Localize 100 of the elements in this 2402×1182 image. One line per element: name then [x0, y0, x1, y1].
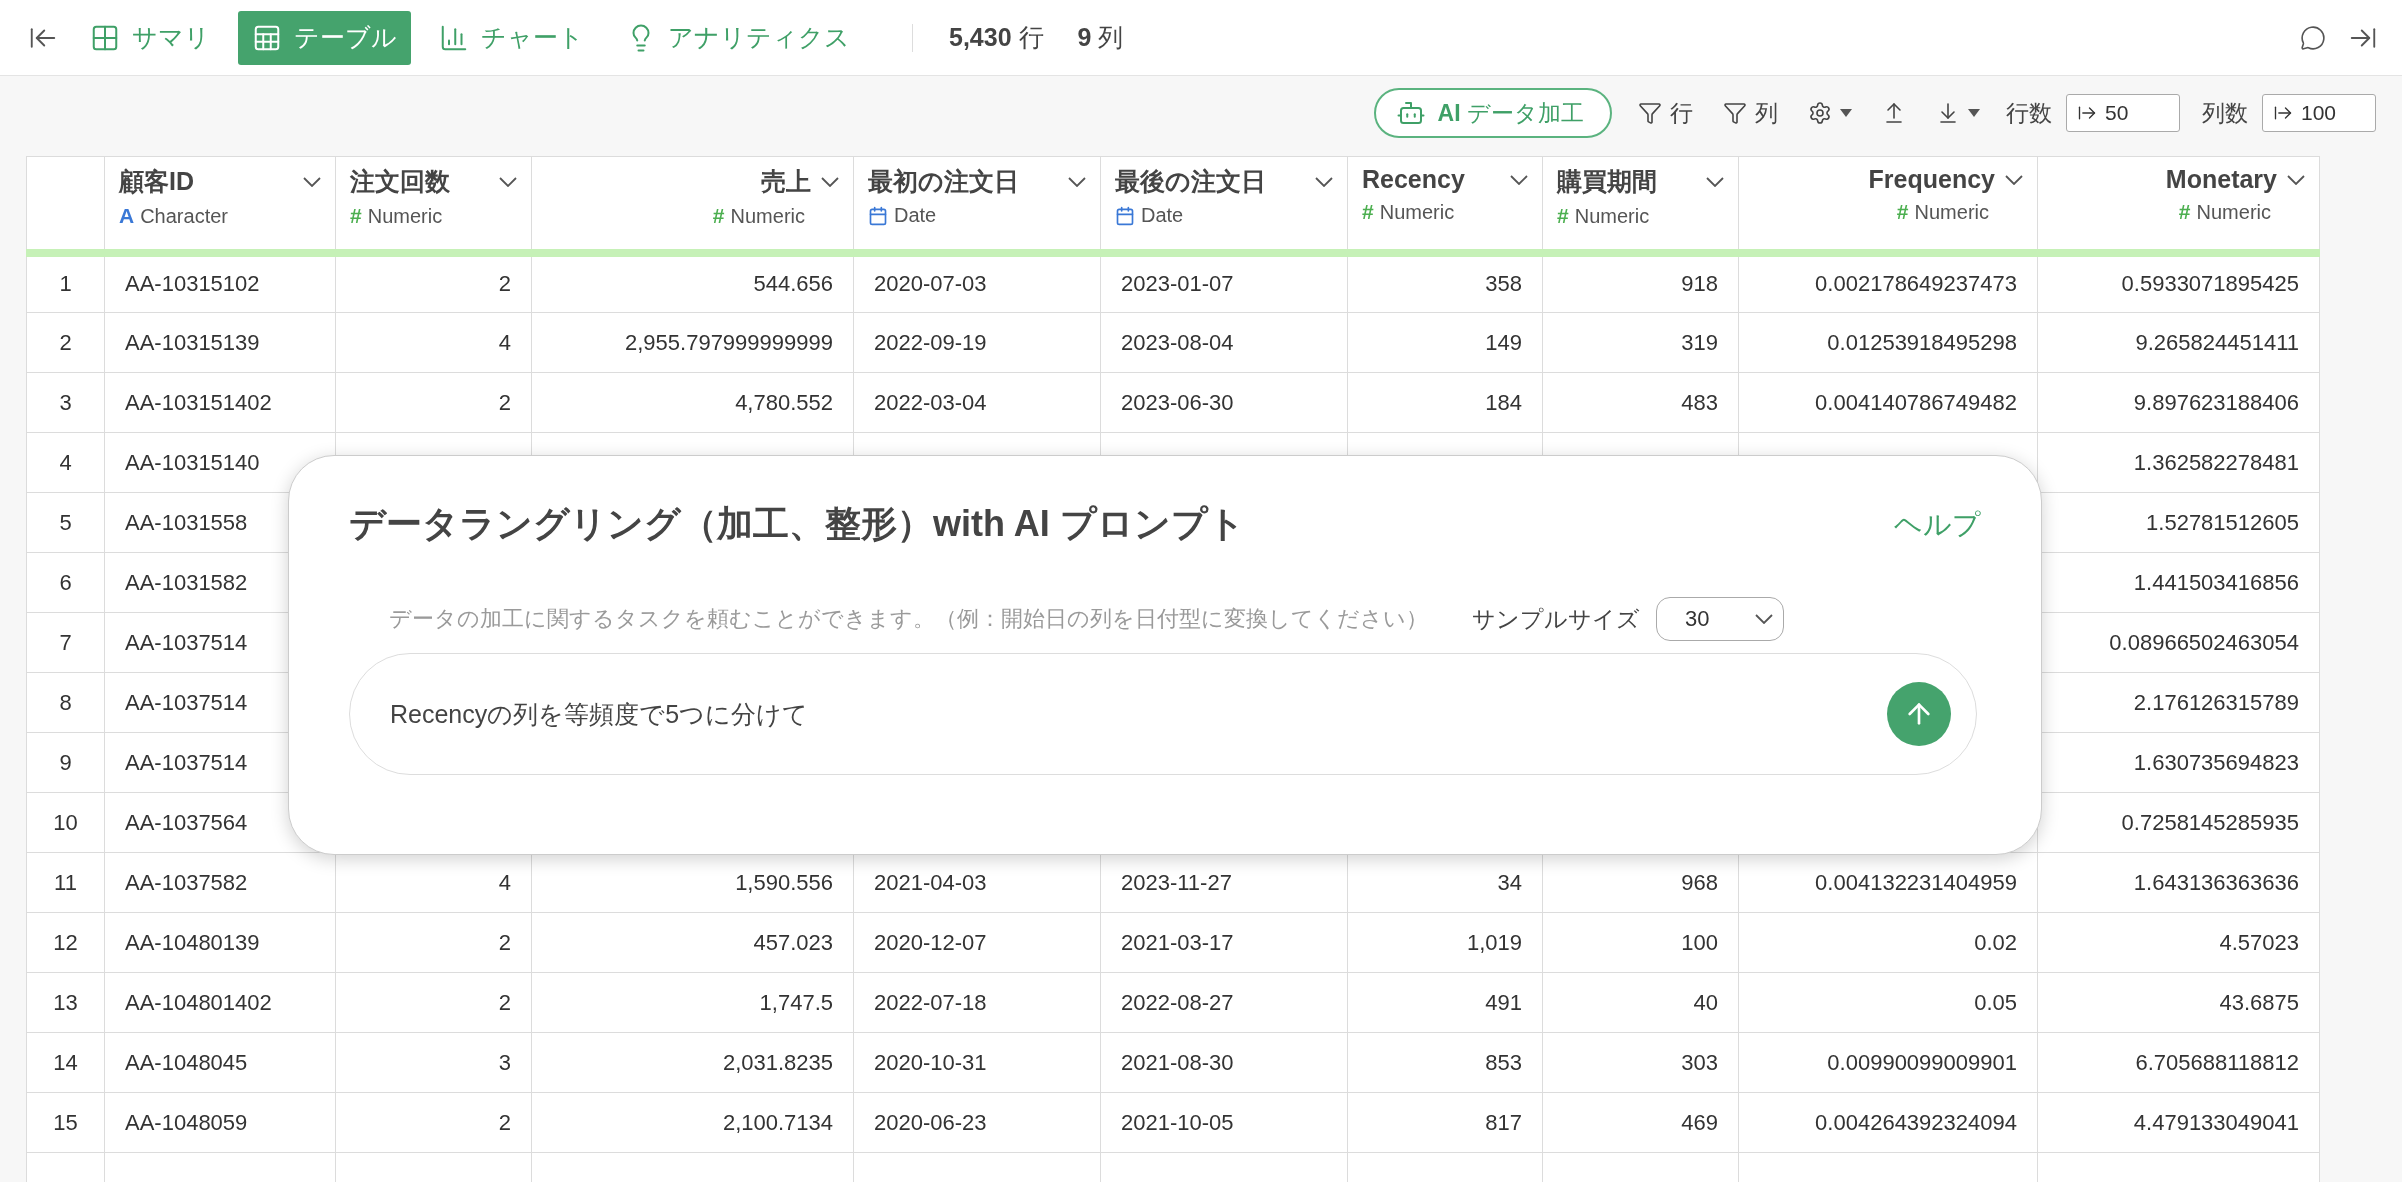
table-cell: 3 — [335, 1032, 532, 1093]
caret-icon — [1968, 109, 1980, 117]
table-cell: AA-10480139 — [104, 912, 336, 973]
table-cell: 483 — [1542, 372, 1739, 433]
chevron-down-icon — [1315, 176, 1333, 187]
table-cell: 457.023 — [531, 912, 854, 973]
row-number: 15 — [26, 1092, 105, 1153]
type-icon: # — [1896, 200, 1909, 224]
table-cell: AA-10315139 — [104, 312, 336, 373]
column-count: 9 列 — [1077, 22, 1124, 53]
table-cell: 2022-07-18 — [853, 972, 1101, 1033]
table-cell: 2,100.7134 — [531, 1092, 854, 1153]
chevron-down-icon — [1706, 176, 1724, 187]
table-cell: 0.004140786749482 — [1738, 372, 2038, 433]
table-cell: 2022-09-19 — [853, 312, 1101, 373]
table-cell: 0.004264392324094 — [1738, 1092, 2038, 1153]
table-cell: 0.02 — [1738, 912, 2038, 973]
table-cell: 4.57023 — [2037, 912, 2320, 973]
table-cell: 9.897623188406 — [2037, 372, 2320, 433]
table-cell: 2020-06-23 — [853, 1092, 1101, 1153]
table-cell: 9.265824451411 — [2037, 312, 2320, 373]
table-cell: AA-103151402 — [104, 372, 336, 433]
caret-icon — [1840, 109, 1852, 117]
table-cell: AA-104801402 — [104, 972, 336, 1033]
table-cell: 2 — [335, 972, 532, 1033]
settings-icon — [1808, 101, 1832, 125]
chevron-down-icon — [2287, 174, 2305, 185]
speech-bubble-icon — [2300, 24, 2326, 51]
row-number: 7 — [26, 612, 105, 673]
table-cell: 4,780.552 — [531, 372, 854, 433]
table-cell: 2022-03-04 — [853, 372, 1101, 433]
table-cell: 184 — [1347, 372, 1543, 433]
table-cell: 2020-12-07 — [853, 912, 1101, 973]
column-filter-button[interactable]: 列 — [1719, 93, 1782, 133]
table-cell: 2020-10-31 — [853, 1032, 1101, 1093]
table-cell: 469 — [1542, 1092, 1739, 1153]
sample-size-select[interactable]: 30 — [1656, 597, 1784, 641]
table-cell: 853 — [1347, 1032, 1543, 1093]
table-cell: 6.705688118812 — [2037, 1032, 2320, 1093]
table-cell: 0.01253918495298 — [1738, 312, 2038, 373]
type-icon: # — [1362, 200, 1374, 224]
table-cell: 2022-08-27 — [1100, 972, 1348, 1033]
table-cell: 0.05 — [1738, 972, 2038, 1033]
table-cell: 4 — [335, 312, 532, 373]
row-number: 5 — [26, 492, 105, 553]
table-cell: 40 — [1542, 972, 1739, 1033]
type-icon: # — [712, 204, 725, 228]
row-number: 6 — [26, 552, 105, 613]
table-cell: 2023-06-30 — [1100, 372, 1348, 433]
columns-field[interactable]: 100 — [2262, 94, 2376, 132]
table-cell: 303 — [1542, 1032, 1739, 1093]
row-number: 14 — [26, 1032, 105, 1093]
table-cell: 2 — [335, 912, 532, 973]
table-cell: 2021-03-17 — [1100, 912, 1348, 973]
table-cell: 1,019 — [1347, 912, 1543, 973]
table-cell: 43.6875 — [2037, 972, 2320, 1033]
rows-label: 行数 — [2006, 98, 2052, 128]
chevron-down-icon — [499, 176, 517, 187]
table-cell: 491 — [1347, 972, 1543, 1033]
chevron-down-icon — [1755, 614, 1773, 624]
row-filter-button[interactable]: 行 — [1634, 93, 1697, 133]
table-cell: 0.00990099009901 — [1738, 1032, 2038, 1093]
row-number: 11 — [26, 852, 105, 913]
table-cell: 2023-08-04 — [1100, 312, 1348, 373]
type-icon: # — [2178, 200, 2191, 224]
table-cell: 2 — [335, 1092, 532, 1153]
table-cell: 4.479133049041 — [2037, 1092, 2320, 1153]
row-number: 13 — [26, 972, 105, 1033]
dialog-title: データラングリング（加工、整形）with AI プロンプト — [349, 502, 1245, 546]
table-cell: 2021-10-05 — [1100, 1092, 1348, 1153]
calendar-icon — [868, 205, 888, 226]
chevron-down-icon — [821, 176, 839, 187]
rows-field[interactable]: 50 — [2066, 94, 2180, 132]
prompt-field[interactable]: Recencyの列を等頻度で5つに分けて — [349, 653, 1977, 775]
table-cell: 2,031.8235 — [531, 1032, 854, 1093]
type-icon: A — [119, 204, 135, 228]
row-number: 2 — [26, 312, 105, 373]
table-cell: 2 — [335, 372, 532, 433]
table-cell: 1,747.5 — [531, 972, 854, 1033]
type-icon: # — [350, 204, 362, 228]
table-cell: AA-1048045 — [104, 1032, 336, 1093]
table-cell: 1.643136363636 — [2037, 852, 2320, 913]
filter-icon — [1723, 101, 1747, 125]
chevron-down-icon — [1068, 176, 1086, 187]
type-icon: # — [1557, 204, 1569, 228]
chevron-down-icon — [1510, 174, 1528, 185]
sample-size-label: サンプルサイズ — [1472, 604, 1640, 634]
row-number: 3 — [26, 372, 105, 433]
table-cell: 100 — [1542, 912, 1739, 973]
row-number: 12 — [26, 912, 105, 973]
columns-label: 列数 — [2202, 98, 2248, 128]
table-cell: AA-1048059 — [104, 1092, 336, 1153]
table-cell: 149 — [1347, 312, 1543, 373]
chevron-down-icon — [303, 176, 321, 187]
row-number: 10 — [26, 792, 105, 853]
row-count: 5,430 行 — [949, 22, 1044, 53]
table-cell: 319 — [1542, 312, 1739, 373]
filter-icon — [1638, 101, 1662, 125]
row-number: 9 — [26, 732, 105, 793]
table-cell: 2,955.797999999999 — [531, 312, 854, 373]
